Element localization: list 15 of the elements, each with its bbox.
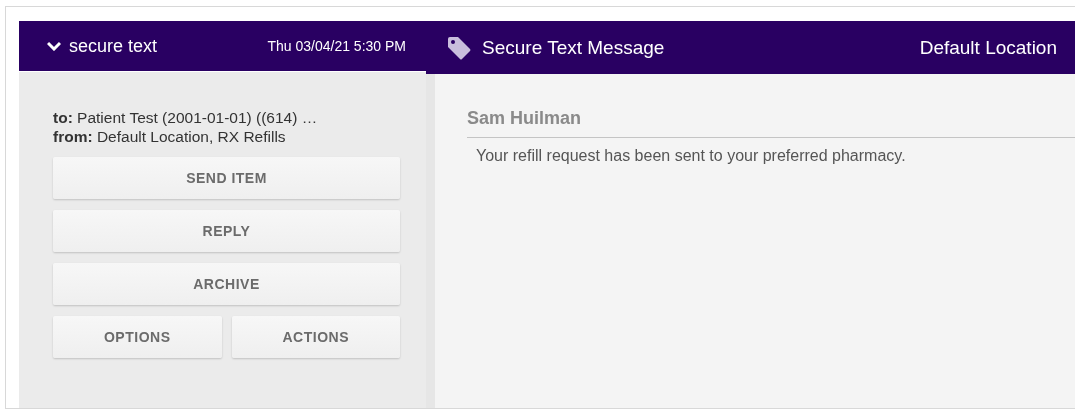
message-body: Your refill request has been sent to your preferred pharmacy. [475, 146, 907, 165]
detail-line: to: Patient Test (2001-01-01) ((614) … [53, 108, 319, 127]
action-button[interactable]: ARCHIVE [53, 263, 400, 305]
timestamp: Thu 03/04/21 5:30 PM [267, 38, 406, 54]
location-label: Default Location [919, 36, 1057, 59]
chevron-down-icon[interactable] [47, 41, 61, 51]
action-button[interactable]: ACTIONS [231, 316, 400, 358]
detail-line: from: Default Location, RX Refills [53, 127, 287, 146]
tag-icon [446, 34, 472, 61]
action-button[interactable]: OPTIONS [53, 316, 222, 358]
message-title: Secure Text Message [482, 36, 665, 59]
action-button[interactable]: REPLY [53, 210, 400, 252]
sender-name: Sam Huilman [467, 108, 1075, 138]
item-title: secure text [69, 35, 158, 57]
action-button[interactable]: SEND ITEM [53, 157, 400, 199]
